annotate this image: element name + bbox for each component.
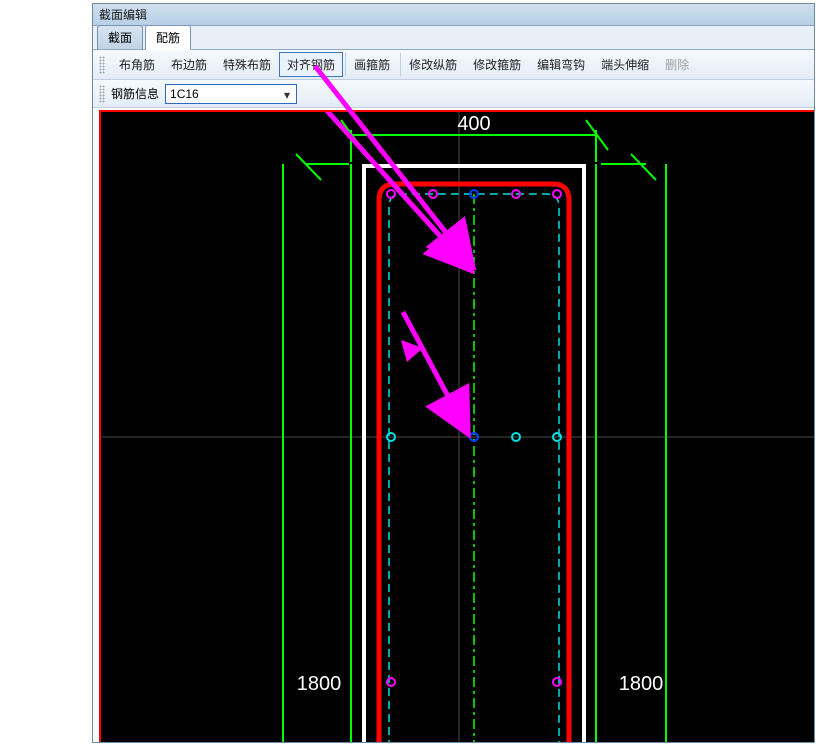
btn-corner-rebar[interactable]: 布角筋 (111, 52, 163, 77)
btn-edit-hook[interactable]: 编辑弯钩 (529, 52, 593, 77)
editor-window: 截面编辑 截面 配筋 布角筋 布边筋 特殊布筋 对齐钢筋 画箍筋 修改纵筋 修改… (92, 3, 815, 743)
drawing-svg: 400 1800 1800 (101, 112, 814, 742)
infobar-grip-icon (99, 85, 105, 103)
rebar-info-input[interactable] (166, 85, 296, 103)
tab-strip: 截面 配筋 (93, 26, 814, 50)
tab-section[interactable]: 截面 (97, 25, 143, 49)
dim-top: 400 (457, 113, 490, 135)
dim-right: 1800 (619, 673, 664, 695)
btn-special-rebar[interactable]: 特殊布筋 (215, 52, 279, 77)
drawing-canvas[interactable]: 400 1800 1800 (99, 110, 814, 742)
rebar-info-label: 钢筋信息 (111, 85, 159, 102)
btn-edge-rebar[interactable]: 布边筋 (163, 52, 215, 77)
btn-modify-stirrup[interactable]: 修改箍筋 (465, 52, 529, 77)
info-bar: 钢筋信息 ▾ (93, 80, 814, 108)
window-titlebar: 截面编辑 (93, 4, 814, 26)
btn-modify-long[interactable]: 修改纵筋 (400, 52, 465, 77)
btn-delete[interactable]: 删除 (657, 52, 697, 77)
btn-end-extend[interactable]: 端头伸缩 (593, 52, 657, 77)
annotation-arrow-2 (403, 312, 466, 430)
dim-left: 1800 (297, 673, 342, 695)
tab-rebar[interactable]: 配筋 (145, 25, 191, 50)
toolbar: 布角筋 布边筋 特殊布筋 对齐钢筋 画箍筋 修改纵筋 修改箍筋 编辑弯钩 端头伸… (93, 50, 814, 80)
tab-label: 截面 (108, 31, 132, 45)
toolbar-grip-icon (99, 56, 105, 74)
window-title: 截面编辑 (99, 8, 147, 22)
btn-align-rebar[interactable]: 对齐钢筋 (279, 52, 343, 77)
rebar-info-combo[interactable]: ▾ (165, 84, 297, 104)
btn-draw-stirrup[interactable]: 画箍筋 (345, 52, 398, 77)
tab-label: 配筋 (156, 31, 180, 45)
